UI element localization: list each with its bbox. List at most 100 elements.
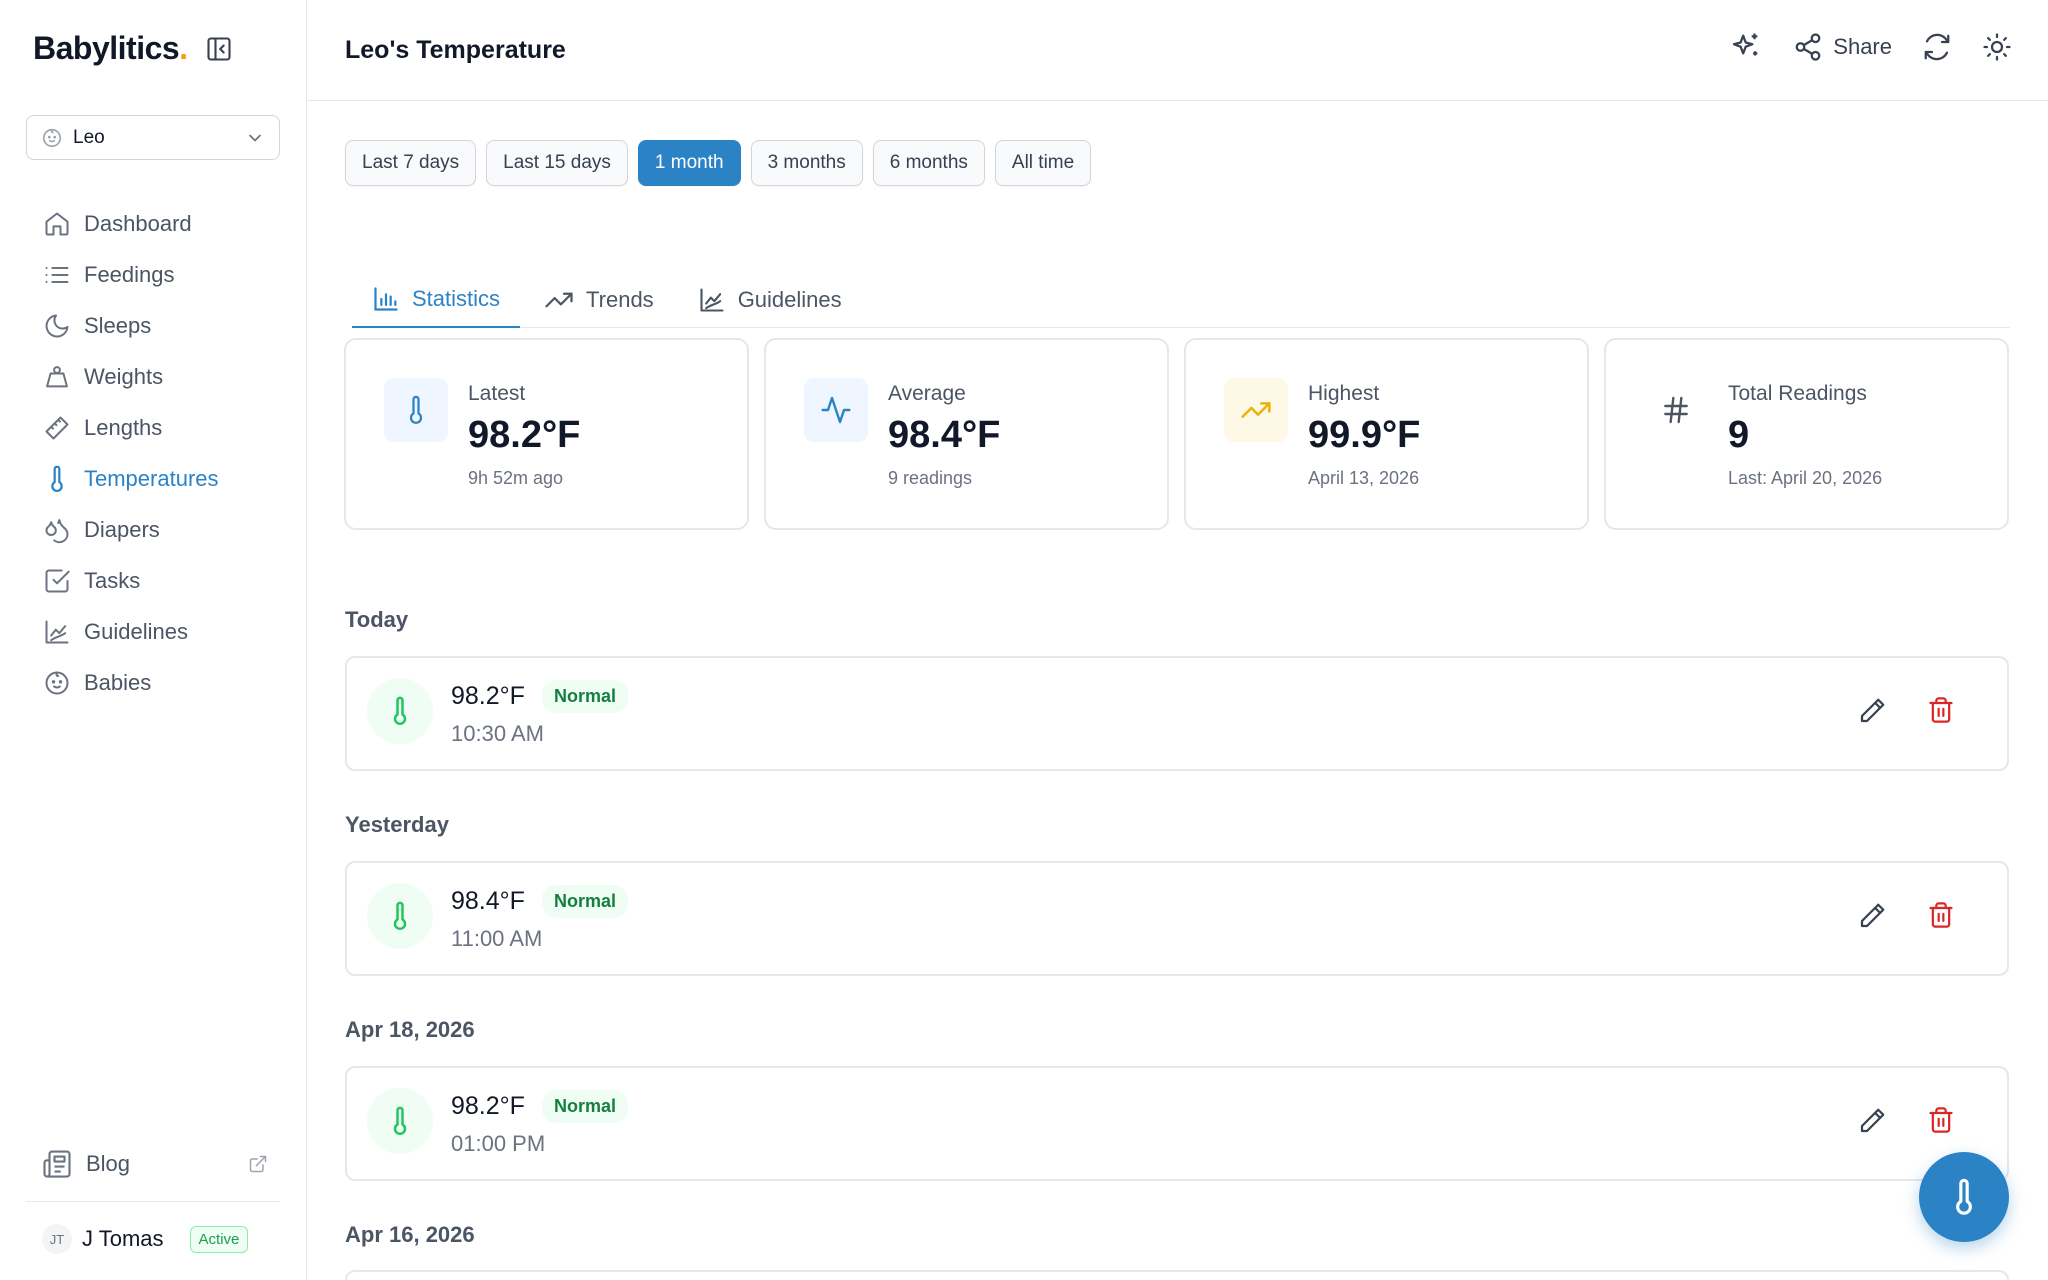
section-title: Yesterday (345, 812, 449, 837)
moon-icon (42, 311, 72, 341)
delete-button[interactable] (1927, 1106, 1955, 1134)
chart-icon (698, 286, 726, 314)
newspaper-icon (42, 1149, 72, 1179)
checkbox-icon (42, 566, 72, 596)
thermometer-icon (384, 378, 448, 442)
share-button[interactable]: Share (1793, 32, 1892, 62)
baby-face-icon (41, 127, 63, 149)
sidebar-item-dashboard[interactable]: Dashboard (26, 198, 280, 249)
stat-card-total-readings: Total Readings 9 Last: April 20, 2026 (1604, 338, 2009, 530)
temperature-entry[interactable] (345, 1270, 2009, 1280)
sidebar-item-label: Temperatures (84, 465, 219, 491)
stat-card-latest: Latest 98.2°F 9h 52m ago (344, 338, 749, 530)
sidebar-item-weights[interactable]: Weights (26, 351, 280, 402)
edit-button[interactable] (1857, 901, 1887, 931)
trash-icon (1927, 1106, 1955, 1134)
sidebar-item-diapers[interactable]: Diapers (26, 504, 280, 555)
brand-logo[interactable]: Babylitics. (33, 30, 188, 67)
sidebar-item-tasks[interactable]: Tasks (26, 555, 280, 606)
home-icon (42, 209, 72, 239)
tab-statistics[interactable]: Statistics (352, 272, 521, 328)
sidebar-item-label: Lengths (84, 414, 163, 440)
sidebar-divider (26, 1201, 280, 1202)
activity-icon (804, 378, 868, 442)
sidebar-item-label: Babies (84, 669, 152, 695)
droplets-icon (42, 515, 72, 545)
entry-temperature: 98.4°F (451, 887, 525, 915)
stat-subtext: 9h 52m ago (468, 468, 564, 488)
edit-button[interactable] (1857, 1106, 1887, 1136)
baby-select[interactable]: Leo (26, 115, 280, 160)
delete-button[interactable] (1927, 901, 1955, 929)
page-title: Leo's Temperature (345, 36, 566, 64)
ruler-icon (42, 413, 72, 443)
chart-icon (42, 617, 72, 647)
status-badge: Normal (542, 885, 629, 918)
sidebar-collapse-icon[interactable] (204, 34, 234, 64)
sidebar-item-lengths[interactable]: Lengths (26, 402, 280, 453)
stat-card-highest: Highest 99.9°F April 13, 2026 (1184, 338, 1589, 530)
tab-label: Guidelines (737, 287, 842, 312)
sidebar: Babylitics. Leo Dashboard Feedings Sleep… (0, 0, 307, 1280)
entry-time: 01:00 PM (451, 1131, 546, 1156)
chevron-down-icon (245, 128, 265, 148)
tab-label: Statistics (412, 286, 501, 311)
baby-icon (42, 668, 72, 698)
sidebar-nav: Dashboard Feedings Sleeps Weights Length… (26, 198, 280, 708)
refresh-icon (1922, 32, 1952, 62)
range-last-15-days[interactable]: Last 15 days (486, 140, 628, 186)
range-3-months[interactable]: 3 months (750, 140, 863, 186)
section-title: Apr 16, 2026 (345, 1222, 475, 1247)
stat-value: 99.9°F (1308, 414, 1421, 456)
pencil-icon (1857, 696, 1887, 726)
sidebar-item-guidelines[interactable]: Guidelines (26, 606, 280, 657)
sidebar-item-sleeps[interactable]: Sleeps (26, 300, 280, 351)
range-1-month[interactable]: 1 month (637, 140, 741, 186)
sidebar-item-babies[interactable]: Babies (26, 657, 280, 708)
blog-link[interactable]: Blog (42, 1144, 268, 1184)
range-all-time[interactable]: All time (994, 140, 1092, 186)
temperature-entry[interactable]: 98.2°F Normal 10:30 AM (345, 656, 2009, 771)
trash-icon (1927, 901, 1955, 929)
sidebar-item-label: Guidelines (84, 618, 188, 644)
date-range-filters: Last 7 days Last 15 days 1 month 3 month… (345, 140, 1101, 186)
hash-icon (1644, 378, 1708, 442)
theme-toggle-button[interactable] (1982, 32, 2012, 62)
brand-name: Babylitics (33, 30, 180, 66)
tab-label: Trends (586, 287, 654, 312)
sun-icon (1982, 32, 2012, 62)
stat-subtext: April 13, 2026 (1308, 468, 1420, 488)
refresh-button[interactable] (1922, 32, 1952, 62)
sidebar-item-feedings[interactable]: Feedings (26, 249, 280, 300)
trash-icon (1927, 696, 1955, 724)
stats-cards: Latest 98.2°F 9h 52m ago Average 98.4°F … (344, 338, 2024, 530)
temperature-entry[interactable]: 98.2°F Normal 01:00 PM (345, 1066, 2009, 1181)
tab-trends[interactable]: Trends (524, 272, 674, 328)
edit-button[interactable] (1857, 696, 1887, 726)
stat-label: Total Readings (1728, 382, 1867, 405)
stat-subtext: 9 readings (888, 468, 973, 488)
stat-value: 9 (1728, 414, 1750, 456)
user-name: J Tomas (82, 1226, 164, 1251)
thermometer-icon (367, 678, 433, 744)
sidebar-item-label: Diapers (84, 516, 160, 542)
entry-time: 10:30 AM (451, 721, 544, 746)
temperature-entry[interactable]: 98.4°F Normal 11:00 AM (345, 861, 2009, 976)
avatar: JT (42, 1224, 72, 1254)
sidebar-item-temperatures[interactable]: Temperatures (26, 453, 280, 504)
user-menu[interactable]: JT J Tomas Active (42, 1224, 249, 1254)
delete-button[interactable] (1927, 696, 1955, 724)
entry-temperature: 98.2°F (451, 682, 525, 710)
sidebar-item-label: Weights (84, 363, 164, 389)
ai-insights-button[interactable] (1729, 30, 1763, 64)
brand-dot: . (179, 30, 188, 66)
range-last-7-days[interactable]: Last 7 days (345, 140, 477, 186)
tab-guidelines[interactable]: Guidelines (678, 272, 862, 328)
add-temperature-button[interactable] (1919, 1152, 2009, 1242)
thermometer-icon (367, 1088, 433, 1154)
entry-time: 11:00 AM (451, 926, 543, 951)
header-actions: Share (1729, 30, 2012, 64)
page-header: Leo's Temperature Share (307, 0, 2048, 101)
thermometer-icon (42, 464, 72, 494)
range-6-months[interactable]: 6 months (872, 140, 985, 186)
